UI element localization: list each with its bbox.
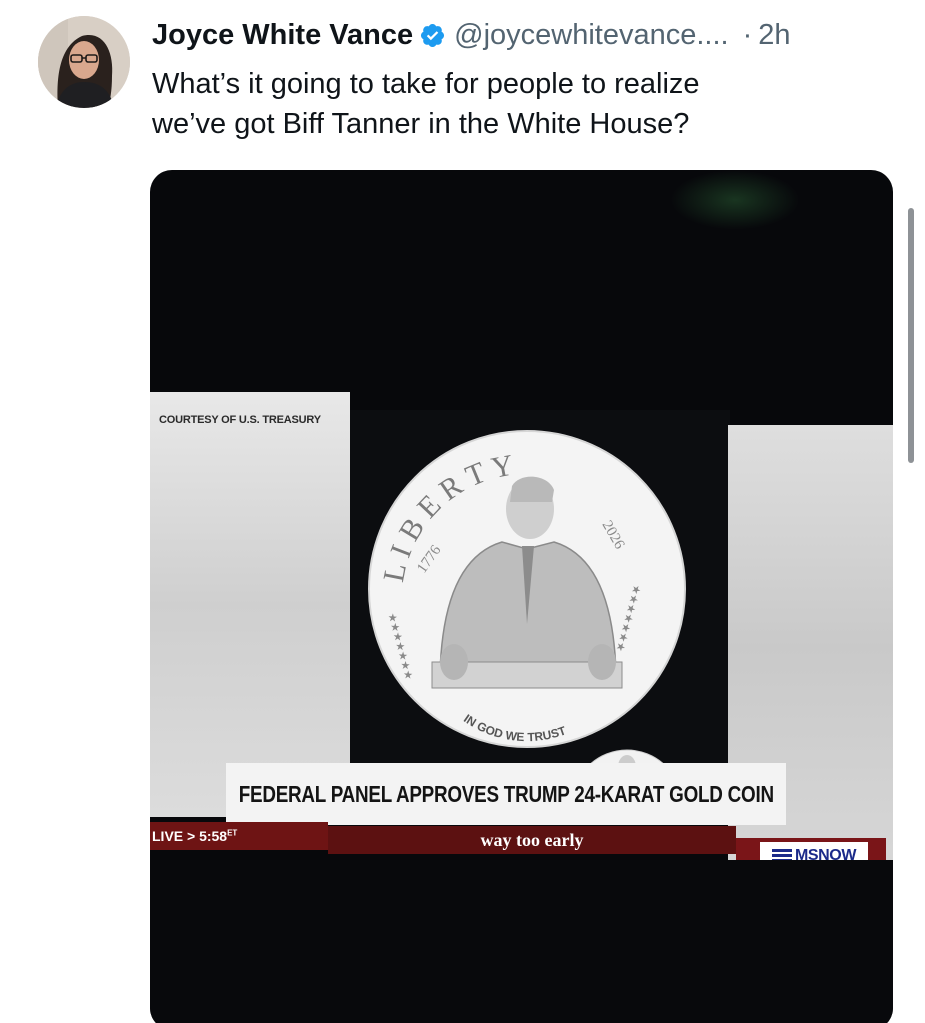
author-name[interactable]: Joyce White Vance: [152, 19, 413, 52]
tweet-media-video[interactable]: COURTESY OF U.S. TREASURY L I B E R T Y …: [150, 170, 893, 1023]
post-time[interactable]: 2h: [758, 19, 790, 52]
tweet-text-line-1: What’s it going to take for people to re…: [152, 68, 700, 100]
tweet: Joyce White Vance @joycewhitevance.... ·…: [0, 0, 925, 1023]
tweet-text-line-2: we’ve got Biff Tanner in the White House…: [152, 108, 690, 140]
avatar[interactable]: [38, 16, 130, 108]
courtesy-caption: COURTESY OF U.S. TREASURY: [159, 414, 321, 426]
live-time: LIVE > 5:58ET: [152, 828, 238, 844]
tweet-text: What’s it going to take for people to re…: [152, 64, 872, 144]
verified-badge-icon: [421, 23, 445, 47]
background-glow: [670, 170, 800, 230]
scrollbar[interactable]: [908, 208, 914, 463]
live-indicator: LIVE > 5:58ET: [150, 822, 328, 850]
coin-image: L I B E R T Y 1776 2026 ★★★★★★★ ★★★★★★★ …: [368, 430, 686, 748]
show-name-bar: way too early: [328, 826, 736, 854]
author-handle[interactable]: @joycewhitevance....: [454, 19, 728, 52]
left-panel: [150, 392, 350, 817]
separator-dot: ·: [742, 18, 753, 51]
live-timezone: ET: [227, 828, 238, 838]
news-chyron-headline: FEDERAL PANEL APPROVES TRUMP 24-KARAT GO…: [226, 763, 786, 825]
video-bottom-area: [150, 860, 893, 1023]
show-name: way too early: [480, 829, 584, 850]
headline-text: FEDERAL PANEL APPROVES TRUMP 24-KARAT GO…: [238, 780, 774, 807]
tweet-header: Joyce White Vance @joycewhitevance.... ·…: [152, 12, 901, 58]
